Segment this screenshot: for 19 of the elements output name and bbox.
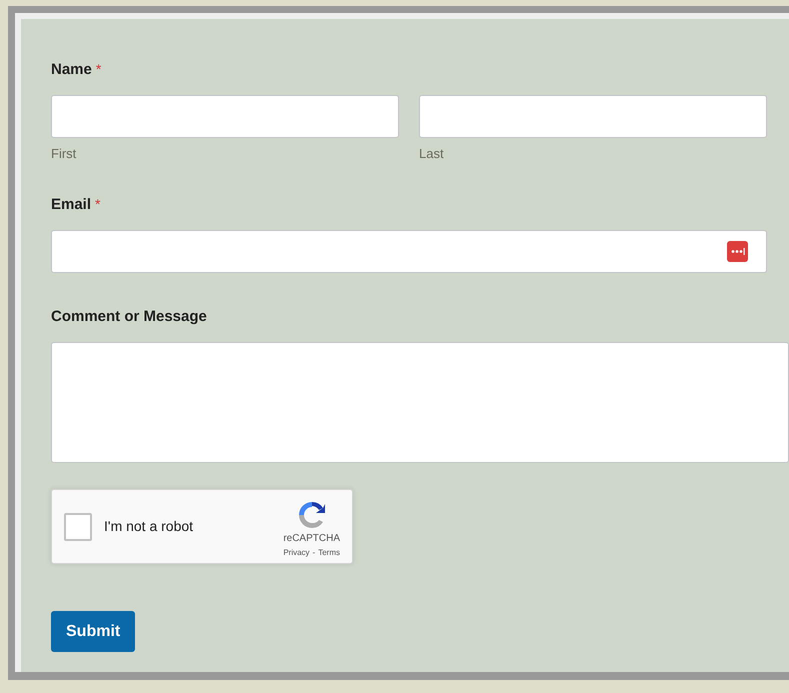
password-manager-icon[interactable] — [727, 240, 748, 262]
checkbox-label: I'm not a robot — [104, 517, 194, 536]
field-sublabel: First — [51, 144, 78, 162]
recaptcha-link[interactable]: Privacy — [283, 546, 310, 558]
recaptcha-link[interactable]: Terms — [318, 546, 340, 558]
text-field[interactable] — [419, 94, 767, 138]
submit-button[interactable]: Submit — [51, 611, 136, 652]
link-separator: - — [312, 546, 316, 558]
field-label: Email — [51, 195, 92, 215]
field-label: Name — [51, 60, 92, 80]
message-field[interactable] — [51, 342, 789, 463]
recaptcha-brand: reCAPTCHA — [283, 532, 340, 544]
field-sublabel: Last — [419, 144, 445, 162]
required-icon: * — [96, 59, 102, 80]
text-field[interactable] — [51, 94, 399, 138]
email-field[interactable] — [51, 230, 767, 272]
field-label: Comment or Message — [51, 306, 207, 326]
required-icon: * — [95, 194, 100, 215]
checkbox[interactable] — [64, 512, 92, 540]
